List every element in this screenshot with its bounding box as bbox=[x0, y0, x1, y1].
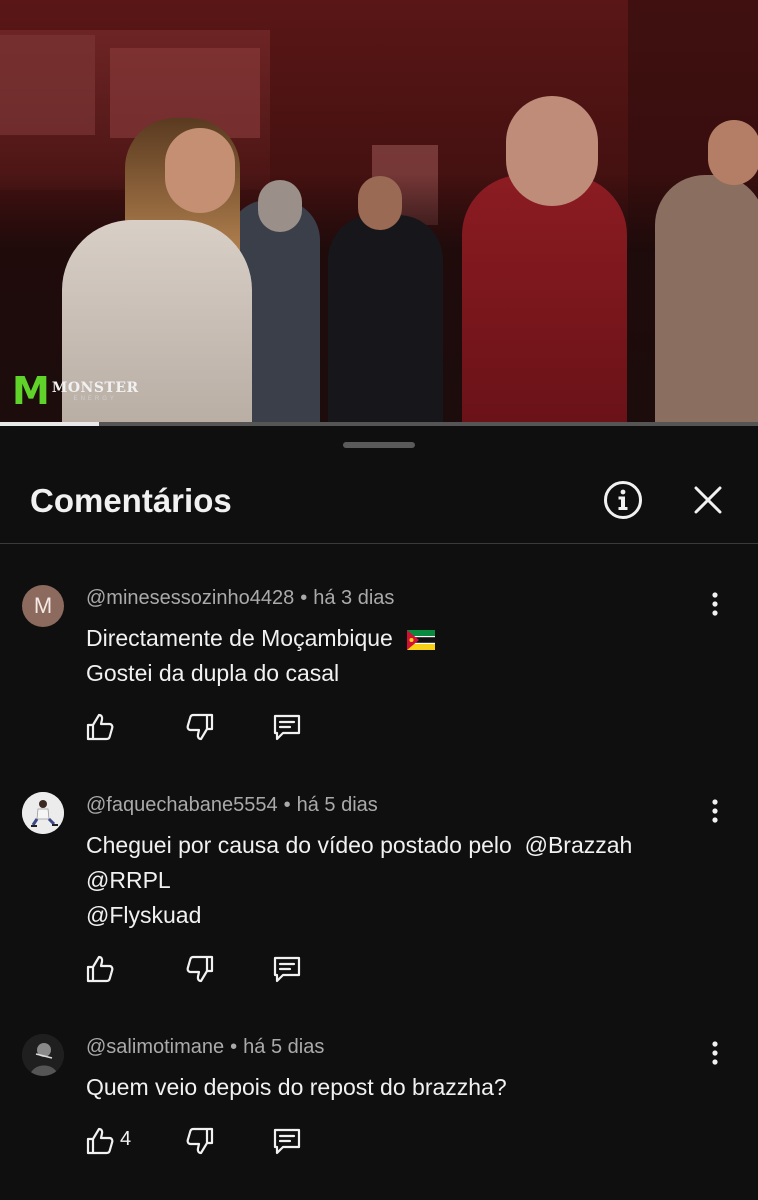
like-button[interactable] bbox=[84, 711, 116, 743]
comment-author[interactable]: @minesessozinho4428 bbox=[86, 587, 294, 609]
comment-line[interactable]: @RRPL bbox=[86, 863, 632, 898]
meta-separator: • bbox=[300, 587, 308, 609]
comments-sheet: Comentários M @minesessozinho4428 • há 3 d… bbox=[0, 428, 758, 1200]
reply-button[interactable] bbox=[271, 711, 303, 743]
comment-meta: @salimotimane • há 5 dias bbox=[86, 1036, 324, 1059]
comment-text: Directamente de Moçambique Gostei da dup… bbox=[86, 621, 436, 691]
comments-header: Comentários bbox=[0, 468, 758, 544]
comment-time: há 5 dias bbox=[296, 794, 378, 816]
thumbs-up-icon bbox=[86, 713, 114, 741]
meta-separator: • bbox=[230, 1036, 238, 1058]
mozambique-flag-icon bbox=[407, 629, 436, 650]
comment-actions bbox=[84, 711, 324, 745]
comment-text: Cheguei por causa do vídeo postado pelo … bbox=[86, 828, 632, 933]
video-person bbox=[506, 96, 598, 206]
video-person bbox=[655, 175, 758, 424]
comment-line: Gostei da dupla do casal bbox=[86, 660, 340, 686]
comments-title: Comentários bbox=[30, 482, 232, 519]
comment-actions: 4 bbox=[84, 1125, 324, 1159]
video-progress-fill bbox=[0, 422, 99, 426]
drag-handle[interactable] bbox=[343, 442, 415, 448]
monster-claw-icon: M bbox=[12, 369, 50, 413]
comment-item: M @minesessozinho4428 • há 3 dias Directam… bbox=[0, 585, 758, 765]
video-progress-bar[interactable] bbox=[0, 422, 758, 426]
comment-line: Directamente de Moçambique bbox=[86, 625, 393, 651]
more-vertical-icon bbox=[712, 799, 718, 823]
comment-author[interactable]: @salimotimane bbox=[86, 1036, 224, 1058]
comment-author[interactable]: @faquechabane5554 bbox=[86, 794, 278, 816]
thumbs-down-icon bbox=[186, 1127, 214, 1155]
thumbs-up-icon bbox=[86, 1127, 114, 1155]
brand-logo-subtext: ENERGY bbox=[73, 396, 117, 402]
like-button[interactable]: 4 bbox=[84, 1125, 144, 1157]
reply-button[interactable] bbox=[271, 953, 303, 985]
reply-icon bbox=[273, 714, 301, 741]
comment-line: Quem veio depois do repost do brazzha? bbox=[86, 1074, 507, 1100]
video-person bbox=[165, 128, 235, 213]
dislike-button[interactable] bbox=[184, 711, 216, 743]
avatar-letter: M bbox=[33, 593, 53, 618]
video-person bbox=[358, 176, 402, 230]
meta-separator: • bbox=[283, 794, 291, 816]
comment-actions bbox=[84, 953, 324, 987]
thumbs-down-icon bbox=[186, 955, 214, 983]
avatar[interactable] bbox=[22, 792, 64, 834]
avatar-photo-icon bbox=[22, 792, 64, 834]
dislike-button[interactable] bbox=[184, 1125, 216, 1157]
comment-menu-button[interactable] bbox=[703, 589, 727, 619]
comment-meta: @faquechabane5554 • há 5 dias bbox=[86, 794, 378, 817]
video-player[interactable]: M MONSTER ENERGY bbox=[0, 0, 758, 424]
brand-logo-text: MONSTER bbox=[51, 380, 139, 396]
close-button[interactable] bbox=[690, 482, 726, 518]
comment-line[interactable]: @Flyskuad bbox=[86, 898, 632, 933]
comment-time: há 5 dias bbox=[243, 1036, 325, 1058]
comment-item: @faquechabane5554 • há 5 dias Cheguei por … bbox=[0, 792, 758, 1012]
video-person bbox=[258, 180, 302, 232]
like-count: 4 bbox=[120, 1128, 132, 1150]
avatar[interactable]: M bbox=[22, 585, 64, 627]
comment-line: Cheguei por causa do vídeo postado pelo … bbox=[86, 832, 633, 858]
comment-text: Quem veio depois do repost do brazzha? bbox=[86, 1070, 507, 1105]
info-icon bbox=[604, 481, 642, 519]
close-icon bbox=[694, 486, 722, 514]
thumbs-down-icon bbox=[186, 713, 214, 741]
brand-logo: M MONSTER ENERGY bbox=[12, 372, 139, 410]
avatar[interactable] bbox=[22, 1034, 64, 1076]
avatar-photo-icon bbox=[22, 1034, 64, 1076]
video-person bbox=[462, 175, 627, 424]
comment-meta: @minesessozinho4428 • há 3 dias bbox=[86, 587, 394, 610]
dislike-button[interactable] bbox=[184, 953, 216, 985]
video-person bbox=[708, 120, 758, 185]
more-vertical-icon bbox=[712, 1041, 718, 1065]
video-person bbox=[328, 215, 443, 424]
thumbs-up-icon bbox=[86, 955, 114, 983]
video-background bbox=[0, 35, 95, 135]
reply-icon bbox=[273, 1128, 301, 1155]
comment-menu-button[interactable] bbox=[703, 796, 727, 826]
comment-time: há 3 dias bbox=[313, 587, 395, 609]
more-vertical-icon bbox=[712, 592, 718, 616]
comment-menu-button[interactable] bbox=[703, 1038, 727, 1068]
comment-item: @salimotimane • há 5 dias Quem veio depois… bbox=[0, 1034, 758, 1184]
reply-icon bbox=[273, 956, 301, 983]
like-button[interactable] bbox=[84, 953, 116, 985]
info-button[interactable] bbox=[603, 480, 643, 520]
reply-button[interactable] bbox=[271, 1125, 303, 1157]
